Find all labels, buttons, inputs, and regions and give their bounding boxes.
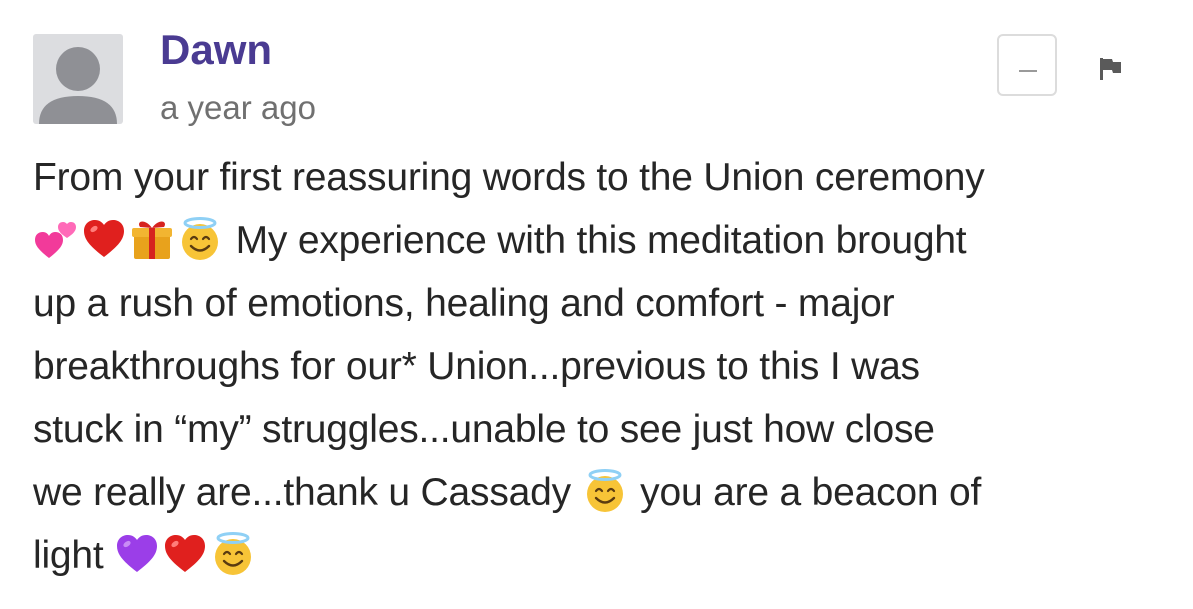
comment-timestamp[interactable]: a year ago: [160, 84, 316, 132]
avatar[interactable]: [33, 34, 123, 124]
comment-text: From your first reassuring words to the …: [33, 156, 985, 199]
purple-heart-icon: [114, 531, 160, 577]
author-name[interactable]: Dawn: [160, 22, 272, 78]
flag-icon: [1100, 58, 1121, 80]
comment-line: breakthroughs for our* Union...previous …: [33, 335, 1183, 398]
comment-text: breakthroughs for our* Union...previous …: [33, 345, 920, 388]
comment-line: stuck in “my” struggles...unable to see …: [33, 398, 1183, 461]
comment-line: light: [33, 524, 1183, 587]
comment-text: we really are...thank u Cassady: [33, 471, 582, 514]
collapse-button[interactable]: [997, 34, 1057, 96]
comment-text: up a rush of emotions, healing and comfo…: [33, 282, 895, 325]
comment-text: My experience with this meditation broug…: [225, 219, 967, 262]
minus-icon: [1019, 70, 1037, 72]
smiling-face-with-halo-icon: [177, 216, 223, 262]
smiling-face-with-halo-icon: [210, 531, 256, 577]
comment-text: you are a beacon of: [629, 471, 982, 514]
red-heart-icon: [162, 531, 208, 577]
comment-text: stuck in “my” struggles...unable to see …: [33, 408, 935, 451]
comment-line: My experience with this meditation broug…: [33, 209, 1183, 272]
default-avatar-icon: [39, 47, 117, 124]
comment-line: From your first reassuring words to the …: [33, 146, 1183, 209]
gift-icon: [129, 216, 175, 262]
red-heart-icon: [81, 216, 127, 262]
comment-line: up a rush of emotions, healing and comfo…: [33, 272, 1183, 335]
flag-button[interactable]: [1098, 56, 1124, 82]
smiling-face-with-halo-icon: [582, 468, 628, 514]
comment-line: we really are...thank u Cassady you are …: [33, 461, 1183, 524]
comment-text: light: [33, 534, 115, 577]
comment-body: From your first reassuring words to the …: [33, 146, 1183, 587]
two-hearts-icon: [33, 216, 79, 262]
